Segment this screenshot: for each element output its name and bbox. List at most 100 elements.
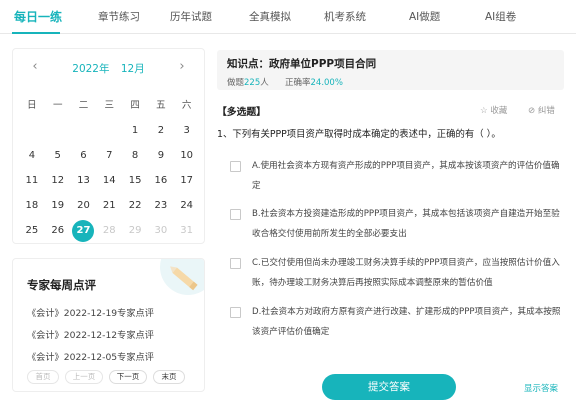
expert-review-card: 专家每周点评 《会计》2022-12-19专家点评 《会计》2022-12-12… xyxy=(12,258,205,392)
next-page-button[interactable]: 下一页 xyxy=(109,370,147,384)
tab-past-exams[interactable]: 历年试题 xyxy=(170,9,212,24)
tab-ai-paper[interactable]: AI组卷 xyxy=(485,9,516,24)
option-checkbox[interactable] xyxy=(230,209,241,220)
option-text: A.使用社会资本方现有资产形成的PPP项目资产，其成本按该项资产的评估价值确定 xyxy=(252,161,560,191)
pencil-icon xyxy=(160,259,204,295)
calendar-day[interactable]: 2 xyxy=(148,120,174,142)
question-type: 【多选题】 xyxy=(217,107,266,118)
calendar-day[interactable]: 17 xyxy=(174,170,200,192)
option-checkbox[interactable] xyxy=(230,307,241,318)
calendar-day[interactable]: 10 xyxy=(174,145,200,167)
chevron-right-icon[interactable]: › xyxy=(174,59,190,75)
done-label: 做题 xyxy=(227,78,245,88)
calendar-day-disabled: 29 xyxy=(128,224,142,236)
option-checkbox[interactable] xyxy=(230,161,241,172)
calendar-day[interactable]: 9 xyxy=(148,145,174,167)
option-d[interactable]: D.社会资本方对政府方原有资产进行改建、扩建形成的PPP项目资产，其成本按照该资… xyxy=(230,306,564,344)
calendar-day[interactable]: 20 xyxy=(71,195,97,217)
calendar-week: 11 12 13 14 15 16 17 xyxy=(19,168,200,193)
calendar-day[interactable]: 8 xyxy=(122,145,148,167)
calendar-grid: 日 一 二 三 四 五 六 1 2 3 4 5 6 7 8 9 10 11 12… xyxy=(19,93,200,243)
calendar-week: 1 2 3 xyxy=(19,118,200,143)
calendar-weekday-row: 日 一 二 三 四 五 六 xyxy=(19,93,200,118)
calendar-day[interactable]: 19 xyxy=(45,195,71,217)
option-b[interactable]: B.社会资本方投资建造形成的PPP项目资产，其成本包括该项资产自建造开始至验收合… xyxy=(230,208,564,246)
show-answer-link[interactable]: 显示答案 xyxy=(524,382,558,394)
option-c[interactable]: C.已交付使用但尚未办理竣工财务决算手续的PPP项目资产，应当按照估计价值入账，… xyxy=(230,257,564,295)
weekday-label: 日 xyxy=(27,99,37,111)
star-icon: ☆ xyxy=(480,106,488,116)
calendar-day[interactable]: 1 xyxy=(122,120,148,142)
calendar-day[interactable]: 12 xyxy=(45,170,71,192)
calendar-day[interactable]: 25 xyxy=(19,220,45,242)
calendar-day[interactable]: 21 xyxy=(96,195,122,217)
calendar-year: 2022年 xyxy=(72,63,110,75)
calendar-day xyxy=(96,120,122,142)
calendar-day[interactable]: 6 xyxy=(71,145,97,167)
expert-review-title: 专家每周点评 xyxy=(27,278,96,292)
calendar-day[interactable]: 11 xyxy=(19,170,45,192)
option-text: D.社会资本方对政府方原有资产进行改建、扩建形成的PPP项目资产，其成本按照该资… xyxy=(252,307,561,337)
calendar-day[interactable]: 15 xyxy=(122,170,148,192)
calendar-month: 12月 xyxy=(120,63,145,75)
option-a[interactable]: A.使用社会资本方现有资产形成的PPP项目资产，其成本按该项资产的评估价值确定 xyxy=(230,160,564,198)
knowledge-point-stats: 做题225人 正确率24.00% xyxy=(227,76,343,88)
submit-answer-button[interactable]: 提交答案 xyxy=(322,374,456,400)
weekday-label: 二 xyxy=(78,99,89,111)
calendar-day[interactable]: 22 xyxy=(122,195,148,217)
calendar-day-disabled: 31 xyxy=(180,224,194,236)
favorite-button[interactable]: ☆ 收藏 xyxy=(480,104,507,116)
knowledge-point-box: 知识点：政府单位PPP项目合同 做题225人 正确率24.00% xyxy=(217,50,564,90)
done-count: 225 xyxy=(244,78,261,88)
weekday-label: 一 xyxy=(52,99,63,111)
calendar-week: 25 26 27 28 29 30 31 xyxy=(19,218,200,243)
calendar-day xyxy=(45,120,71,142)
done-unit: 人 xyxy=(260,78,269,88)
knowledge-point-title: 知识点：政府单位PPP项目合同 xyxy=(227,58,377,70)
calendar: ‹ 2022年 12月 › 日 一 二 三 四 五 六 1 2 3 4 5 6 … xyxy=(12,48,205,244)
calendar-day[interactable]: 26 xyxy=(45,220,71,242)
report-error-button[interactable]: ⊘ 纠错 xyxy=(528,104,555,116)
tab-mock-exam[interactable]: 全真模拟 xyxy=(249,9,291,24)
option-checkbox[interactable] xyxy=(230,258,241,269)
tab-chapter-practice[interactable]: 章节练习 xyxy=(98,9,140,24)
calendar-week: 18 19 20 21 22 23 24 xyxy=(19,193,200,218)
error-icon: ⊘ xyxy=(528,106,536,116)
calendar-day[interactable]: 18 xyxy=(19,195,45,217)
calendar-day[interactable]: 16 xyxy=(148,170,174,192)
weekday-label: 四 xyxy=(130,99,140,111)
prev-page-button[interactable]: 上一页 xyxy=(65,370,103,384)
calendar-week: 4 5 6 7 8 9 10 xyxy=(19,143,200,168)
calendar-day[interactable]: 5 xyxy=(45,145,71,167)
weekday-label: 三 xyxy=(104,99,115,111)
tab-computer-exam[interactable]: 机考系统 xyxy=(324,9,366,24)
calendar-day xyxy=(19,120,45,142)
calendar-header: ‹ 2022年 12月 › xyxy=(13,49,204,87)
active-tab-indicator xyxy=(12,32,60,34)
calendar-day[interactable]: 23 xyxy=(148,195,174,217)
option-text: B.社会资本方投资建造形成的PPP项目资产，其成本包括该项资产自建造开始至验收合… xyxy=(252,209,560,239)
accuracy-value: 24.00% xyxy=(310,78,343,88)
calendar-day-selected[interactable]: 27 xyxy=(72,219,95,242)
question-stem: 1、下列有关PPP项目资产取得时成本确定的表述中，正确的有（ ）。 xyxy=(217,129,501,140)
accuracy-label: 正确率 xyxy=(284,78,311,88)
calendar-day xyxy=(71,120,97,142)
calendar-day[interactable]: 3 xyxy=(174,120,200,142)
last-page-button[interactable]: 末页 xyxy=(153,370,185,384)
calendar-day[interactable]: 7 xyxy=(96,145,122,167)
tab-daily-practice[interactable]: 每日一练 xyxy=(14,8,62,25)
expert-review-link[interactable]: 《会计》2022-12-05专家点评 xyxy=(27,349,154,363)
first-page-button[interactable]: 首页 xyxy=(27,370,59,384)
top-tab-bar: 每日一练 章节练习 历年试题 全真模拟 机考系统 AI做题 AI组卷 xyxy=(0,0,576,34)
calendar-day-disabled: 30 xyxy=(154,224,168,236)
expert-review-link[interactable]: 《会计》2022-12-19专家点评 xyxy=(27,305,154,319)
calendar-day[interactable]: 13 xyxy=(71,170,97,192)
tab-ai-practice[interactable]: AI做题 xyxy=(409,9,440,24)
expert-review-link[interactable]: 《会计》2022-12-12专家点评 xyxy=(27,327,154,341)
calendar-day[interactable]: 24 xyxy=(174,195,200,217)
pagination: 首页 上一页 下一页 末页 xyxy=(27,370,185,384)
calendar-day[interactable]: 14 xyxy=(96,170,122,192)
calendar-day[interactable]: 4 xyxy=(19,145,45,167)
weekday-label: 五 xyxy=(156,99,166,111)
option-text: C.已交付使用但尚未办理竣工财务决算手续的PPP项目资产，应当按照估计价值入账，… xyxy=(252,258,560,288)
